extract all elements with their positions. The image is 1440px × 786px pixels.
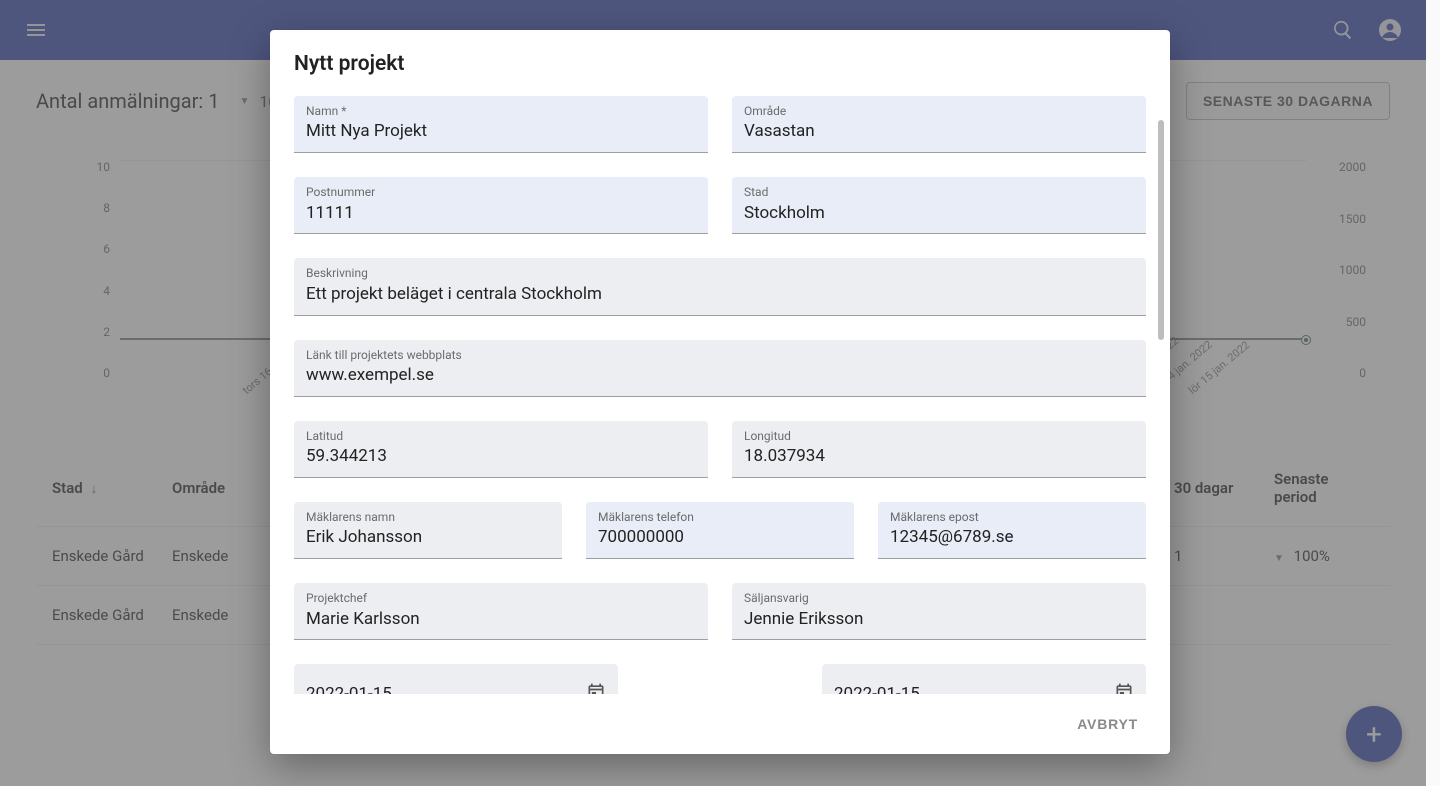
description-value: Ett projekt beläget i centrala Stockholm (306, 283, 1134, 309)
broker-name-value: Erik Johansson (306, 526, 550, 552)
description-label: Beskrivning (306, 266, 1134, 280)
broker-phone-value: 700000000 (598, 526, 842, 552)
name-value: Mitt Nya Projekt (306, 120, 696, 146)
project-manager-label: Projektchef (306, 591, 696, 605)
project-manager-value: Marie Karlsson (306, 608, 696, 634)
sales-lead-value: Jennie Eriksson (744, 608, 1134, 634)
postcode-field[interactable]: Postnummer 11111 (294, 177, 708, 234)
new-project-dialog: Nytt projekt Namn * Mitt Nya Projekt Omr… (270, 30, 1170, 754)
longitude-field[interactable]: Longitud 18.037934 (732, 421, 1146, 478)
date-start-field[interactable]: 2022-01-15 (294, 664, 618, 694)
latitude-value: 59.344213 (306, 445, 696, 471)
dialog-actions: AVBRYT (270, 694, 1170, 754)
longitude-value: 18.037934 (744, 445, 1134, 471)
broker-email-field[interactable]: Mäklarens epost 12345@6789.se (878, 502, 1146, 559)
area-value: Vasastan (744, 120, 1134, 146)
broker-name-label: Mäklarens namn (306, 510, 550, 524)
broker-phone-field[interactable]: Mäklarens telefon 700000000 (586, 502, 854, 559)
name-label: Namn * (306, 104, 696, 118)
calendar-icon[interactable] (1114, 682, 1134, 694)
dialog-scrollbar[interactable] (1158, 120, 1164, 340)
latitude-field[interactable]: Latitud 59.344213 (294, 421, 708, 478)
website-label: Länk till projektets webbplats (306, 348, 1134, 362)
city-label: Stad (744, 185, 1134, 199)
area-field[interactable]: Område Vasastan (732, 96, 1146, 153)
postcode-label: Postnummer (306, 185, 696, 199)
name-field[interactable]: Namn * Mitt Nya Projekt (294, 96, 708, 153)
page-root: Antal anmälningar: 1 ▼ 100 SENASTE 30 DA… (0, 0, 1426, 786)
date-end-value: 2022-01-15 (834, 684, 920, 694)
sales-lead-field[interactable]: Säljansvarig Jennie Eriksson (732, 583, 1146, 640)
website-value: www.exempel.se (306, 364, 1134, 390)
longitude-label: Longitud (744, 429, 1134, 443)
broker-name-field[interactable]: Mäklarens namn Erik Johansson (294, 502, 562, 559)
broker-email-label: Mäklarens epost (890, 510, 1134, 524)
dialog-title: Nytt projekt (270, 30, 1170, 96)
cancel-button[interactable]: AVBRYT (1067, 708, 1148, 740)
date-start-value: 2022-01-15 (306, 684, 392, 694)
broker-email-value: 12345@6789.se (890, 526, 1134, 552)
dialog-body: Namn * Mitt Nya Projekt Område Vasastan … (270, 96, 1170, 694)
city-field[interactable]: Stad Stockholm (732, 177, 1146, 234)
area-label: Område (744, 104, 1134, 118)
latitude-label: Latitud (306, 429, 696, 443)
postcode-value: 11111 (306, 202, 696, 228)
city-value: Stockholm (744, 202, 1134, 228)
broker-phone-label: Mäklarens telefon (598, 510, 842, 524)
calendar-icon[interactable] (586, 682, 606, 694)
website-field[interactable]: Länk till projektets webbplats www.exemp… (294, 340, 1146, 397)
description-field[interactable]: Beskrivning Ett projekt beläget i centra… (294, 258, 1146, 315)
project-manager-field[interactable]: Projektchef Marie Karlsson (294, 583, 708, 640)
sales-lead-label: Säljansvarig (744, 591, 1134, 605)
date-end-field[interactable]: 2022-01-15 (822, 664, 1146, 694)
